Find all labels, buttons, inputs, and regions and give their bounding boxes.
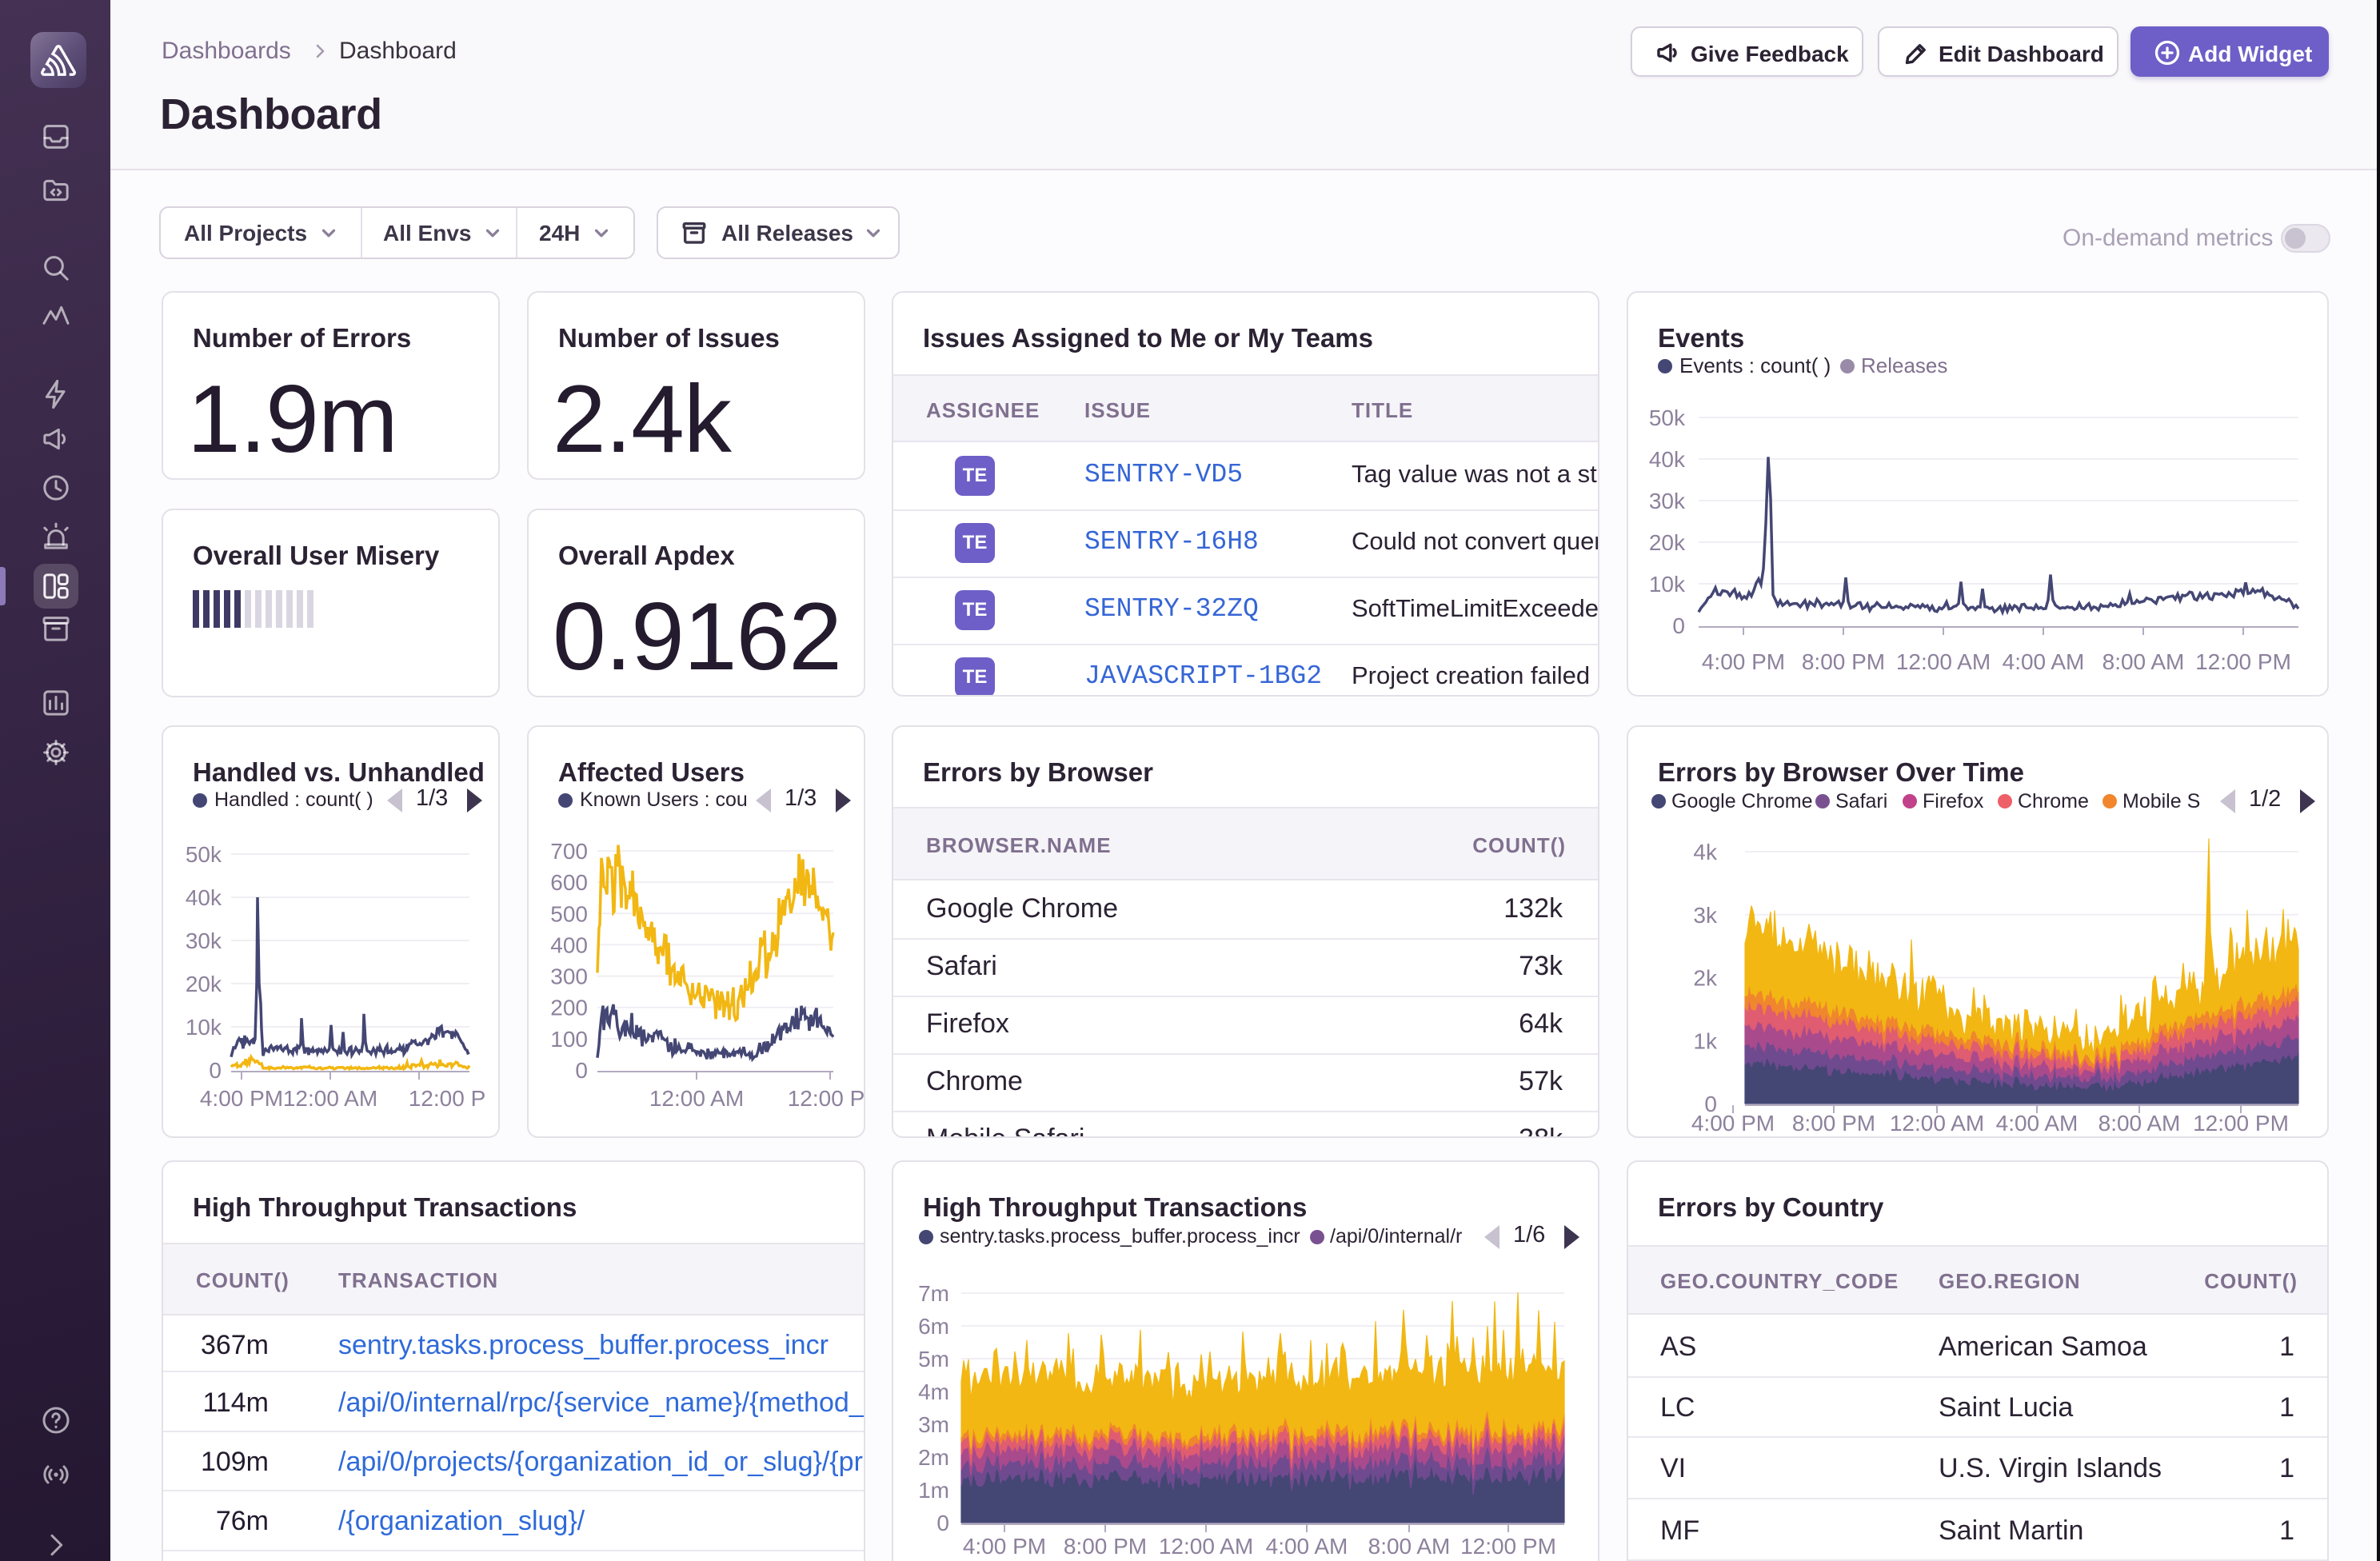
svg-text:6m: 6m	[918, 1314, 949, 1339]
svg-text:20k: 20k	[186, 972, 222, 996]
svg-text:3k: 3k	[1693, 903, 1718, 928]
svg-text:0: 0	[936, 1511, 949, 1535]
svg-text:4:00 AM: 4:00 AM	[2003, 649, 2085, 674]
svg-text:200: 200	[550, 996, 588, 1020]
svg-text:300: 300	[550, 964, 588, 989]
svg-text:7m: 7m	[918, 1281, 949, 1306]
svg-text:30k: 30k	[1649, 489, 1686, 513]
svg-text:8:00 AM: 8:00 AM	[1368, 1534, 1451, 1559]
svg-text:500: 500	[550, 901, 588, 926]
svg-text:50k: 50k	[1649, 405, 1686, 430]
svg-text:4:00 PM: 4:00 PM	[1691, 1111, 1775, 1136]
svg-text:700: 700	[550, 839, 588, 864]
svg-text:30k: 30k	[186, 928, 222, 953]
svg-text:8:00 PM: 8:00 PM	[1064, 1534, 1147, 1559]
svg-text:4:00 PM: 4:00 PM	[1702, 649, 1785, 674]
svg-text:4:00 PM: 4:00 PM	[200, 1086, 283, 1111]
svg-text:4:00 AM: 4:00 AM	[1996, 1111, 2079, 1136]
svg-text:0: 0	[209, 1058, 222, 1083]
svg-text:40k: 40k	[186, 885, 222, 910]
svg-text:100: 100	[550, 1027, 588, 1052]
svg-text:0: 0	[575, 1058, 588, 1083]
svg-text:4:00 PM: 4:00 PM	[963, 1534, 1046, 1559]
svg-text:0: 0	[1672, 613, 1685, 638]
svg-text:4k: 4k	[1693, 840, 1718, 864]
svg-text:12:00 P: 12:00 P	[788, 1086, 865, 1111]
svg-text:1m: 1m	[918, 1478, 949, 1503]
svg-text:8:00 PM: 8:00 PM	[1802, 649, 1885, 674]
svg-text:8:00 AM: 8:00 AM	[2098, 1111, 2181, 1136]
svg-text:50k: 50k	[186, 842, 222, 867]
svg-text:40k: 40k	[1649, 447, 1686, 472]
svg-text:12:00 AM: 12:00 AM	[1896, 649, 1991, 674]
svg-text:10k: 10k	[1649, 572, 1686, 597]
svg-text:2m: 2m	[918, 1445, 949, 1470]
svg-text:12:00 AM: 12:00 AM	[1890, 1111, 1984, 1136]
svg-text:600: 600	[550, 870, 588, 895]
svg-text:12:00 AM: 12:00 AM	[283, 1086, 377, 1111]
svg-text:12:00 PM: 12:00 PM	[2195, 649, 2291, 674]
svg-text:12:00 P: 12:00 P	[409, 1086, 486, 1111]
svg-text:20k: 20k	[1649, 530, 1686, 555]
svg-text:5m: 5m	[918, 1347, 949, 1371]
svg-text:12:00 PM: 12:00 PM	[1460, 1534, 1556, 1559]
svg-text:10k: 10k	[186, 1015, 222, 1040]
svg-text:4:00 AM: 4:00 AM	[1266, 1534, 1348, 1559]
svg-text:8:00 AM: 8:00 AM	[2102, 649, 2185, 674]
svg-text:3m: 3m	[918, 1412, 949, 1437]
svg-text:12:00 AM: 12:00 AM	[649, 1086, 744, 1111]
svg-text:1k: 1k	[1693, 1028, 1718, 1053]
svg-text:2k: 2k	[1693, 966, 1718, 991]
svg-text:12:00 PM: 12:00 PM	[2193, 1111, 2289, 1136]
svg-text:8:00 PM: 8:00 PM	[1792, 1111, 1875, 1136]
svg-text:4m: 4m	[918, 1379, 949, 1404]
svg-text:12:00 AM: 12:00 AM	[1159, 1534, 1253, 1559]
svg-text:400: 400	[550, 932, 588, 957]
